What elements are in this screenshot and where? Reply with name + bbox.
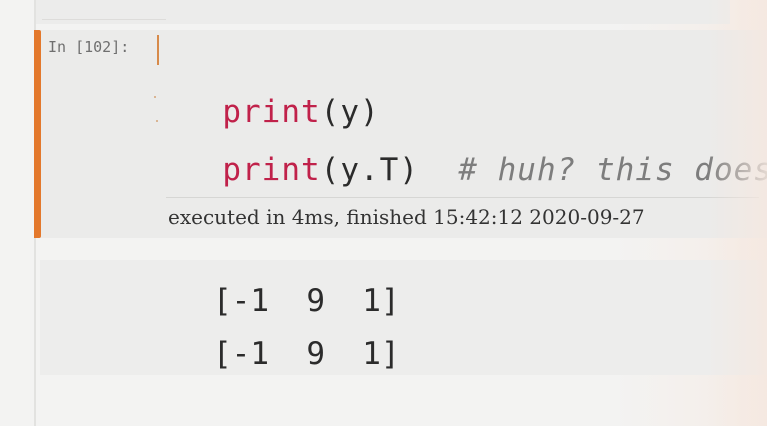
execution-time-info: executed in 4ms, finished 15:42:12 2020-… bbox=[168, 205, 645, 229]
output-area bbox=[40, 260, 767, 375]
text-cursor bbox=[157, 35, 159, 65]
right-edge-glow bbox=[707, 0, 767, 426]
gutter-mark bbox=[154, 96, 156, 98]
selected-cell-indicator bbox=[34, 30, 41, 238]
output-line: [-1 9 1] bbox=[213, 283, 400, 319]
gutter-mark bbox=[156, 120, 158, 122]
output-line: [-1 9 1] bbox=[213, 336, 400, 372]
print-keyword: print bbox=[222, 152, 321, 188]
code-args: (y.T) bbox=[320, 152, 419, 188]
previous-cell-divider bbox=[42, 19, 166, 20]
previous-cell-bottom bbox=[36, 0, 730, 24]
code-line-2[interactable]: print(y.T) # huh? this does bbox=[183, 116, 767, 188]
execution-info-divider bbox=[166, 197, 759, 198]
input-prompt: In [102]: bbox=[48, 38, 130, 56]
